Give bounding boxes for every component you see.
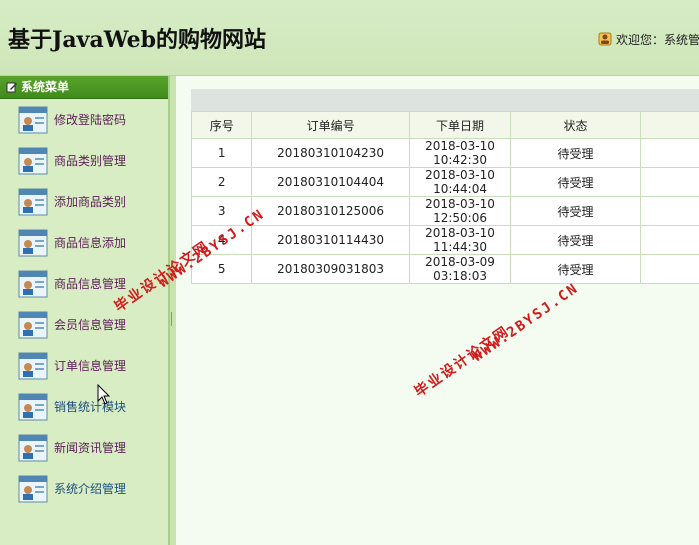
- header: 基于JavaWeb的购物网站 欢迎您：系统管: [0, 0, 699, 76]
- user-card-icon: [18, 311, 48, 338]
- user-card-icon: [18, 434, 48, 461]
- menu-title-label: 系统菜单: [21, 80, 70, 94]
- user-card-icon: [18, 106, 48, 133]
- main-content: 序号 订单编号 下单日期 状态 1 20180310104230 2018-03…: [176, 76, 699, 545]
- sidebar-item-member-manage[interactable]: 会员信息管理: [0, 304, 168, 345]
- menu-list: 修改登陆密码 商品类别管理 添加商品类别 商品信息添加 商品信息管理 会员信息管…: [0, 99, 168, 509]
- user-card-icon: [18, 188, 48, 215]
- sidebar-item-label: 商品信息管理: [54, 277, 127, 291]
- cell-extra: [639, 196, 699, 226]
- cell-extra: [639, 138, 699, 168]
- user-card-icon: [18, 352, 48, 379]
- sidebar-item-add-category[interactable]: 添加商品类别: [0, 181, 168, 222]
- sidebar-item-label: 修改登陆密码: [54, 113, 127, 127]
- site-title: 基于JavaWeb的购物网站: [8, 27, 266, 53]
- sidebar-item-label: 商品类别管理: [54, 154, 127, 168]
- cell-order-id: 20180310104404: [251, 167, 410, 197]
- user-card-icon: [18, 229, 48, 256]
- cell-extra: [639, 225, 699, 255]
- sidebar-item-label: 系统介绍管理: [54, 482, 127, 496]
- table-toolbar: [191, 89, 699, 111]
- user-card-icon: [18, 393, 48, 420]
- sidebar-item-label: 订单信息管理: [54, 359, 127, 373]
- cell-no: 1: [190, 138, 253, 168]
- sidebar: 系统菜单 修改登陆密码 商品类别管理 添加商品类别 商品信息添加 商品信息管理 …: [0, 76, 169, 545]
- sidebar-item-add-product[interactable]: 商品信息添加: [0, 222, 168, 263]
- cell-no: 4: [190, 225, 253, 255]
- cell-order-id: 20180310104230: [251, 138, 410, 168]
- user-icon: [598, 32, 612, 46]
- sidebar-item-order-manage[interactable]: 订单信息管理: [0, 345, 168, 386]
- sidebar-item-label: 新闻资讯管理: [54, 441, 127, 455]
- col-header-date: 下单日期: [408, 111, 512, 139]
- sidebar-item-system-intro[interactable]: 系统介绍管理: [0, 468, 168, 509]
- orders-table: 序号 订单编号 下单日期 状态 1 20180310104230 2018-03…: [190, 111, 699, 284]
- cell-order-id: 20180310114430: [251, 225, 410, 255]
- menu-title: 系统菜单: [0, 76, 168, 99]
- sidebar-item-category-manage[interactable]: 商品类别管理: [0, 140, 168, 181]
- sidebar-item-label: 销售统计模块: [54, 400, 127, 414]
- cell-no: 3: [190, 196, 253, 226]
- cell-order-id: 20180309031803: [251, 254, 410, 284]
- cell-status: 待受理: [510, 254, 641, 284]
- sidebar-item-sales-stats[interactable]: 销售统计模块: [0, 386, 168, 427]
- table-row[interactable]: 5 20180309031803 2018-03-09 03:18:03 待受理: [190, 254, 699, 284]
- cell-status: 待受理: [510, 196, 641, 226]
- cell-extra: [639, 167, 699, 197]
- mouse-cursor-icon: [97, 384, 111, 405]
- table-row[interactable]: 3 20180310125006 2018-03-10 12:50:06 待受理: [190, 196, 699, 226]
- cell-date: 2018-03-10 10:44:04: [408, 167, 512, 197]
- cell-order-id: 20180310125006: [251, 196, 410, 226]
- table-row[interactable]: 1 20180310104230 2018-03-10 10:42:30 待受理: [190, 138, 699, 168]
- cell-no: 2: [190, 167, 253, 197]
- sidebar-item-product-manage[interactable]: 商品信息管理: [0, 263, 168, 304]
- welcome-area: 欢迎您：系统管: [598, 31, 699, 48]
- sidebar-item-change-password[interactable]: 修改登陆密码: [0, 99, 168, 140]
- col-header-no: 序号: [190, 111, 253, 139]
- welcome-text: 欢迎您：系统管: [616, 33, 699, 47]
- cell-date: 2018-03-10 10:42:30: [408, 138, 512, 168]
- col-header-status: 状态: [510, 111, 641, 139]
- cell-status: 待受理: [510, 138, 641, 168]
- cell-status: 待受理: [510, 167, 641, 197]
- sidebar-item-label: 添加商品类别: [54, 195, 127, 209]
- table-header-row: 序号 订单编号 下单日期 状态: [190, 111, 699, 139]
- user-card-icon: [18, 475, 48, 502]
- sidebar-item-news-manage[interactable]: 新闻资讯管理: [0, 427, 168, 468]
- cell-date: 2018-03-10 11:44:30: [408, 225, 512, 255]
- col-header-order-id: 订单编号: [251, 111, 410, 139]
- cell-date: 2018-03-10 12:50:06: [408, 196, 512, 226]
- cell-extra: [639, 254, 699, 284]
- cell-status: 待受理: [510, 225, 641, 255]
- sidebar-item-label: 商品信息添加: [54, 236, 127, 250]
- sidebar-item-label: 会员信息管理: [54, 318, 127, 332]
- table-row[interactable]: 4 20180310114430 2018-03-10 11:44:30 待受理: [190, 225, 699, 255]
- table-row[interactable]: 2 20180310104404 2018-03-10 10:44:04 待受理: [190, 167, 699, 197]
- col-header-extra: [639, 111, 699, 139]
- edit-icon: [6, 82, 17, 93]
- cell-date: 2018-03-09 03:18:03: [408, 254, 512, 284]
- user-card-icon: [18, 147, 48, 174]
- cell-no: 5: [190, 254, 253, 284]
- user-card-icon: [18, 270, 48, 297]
